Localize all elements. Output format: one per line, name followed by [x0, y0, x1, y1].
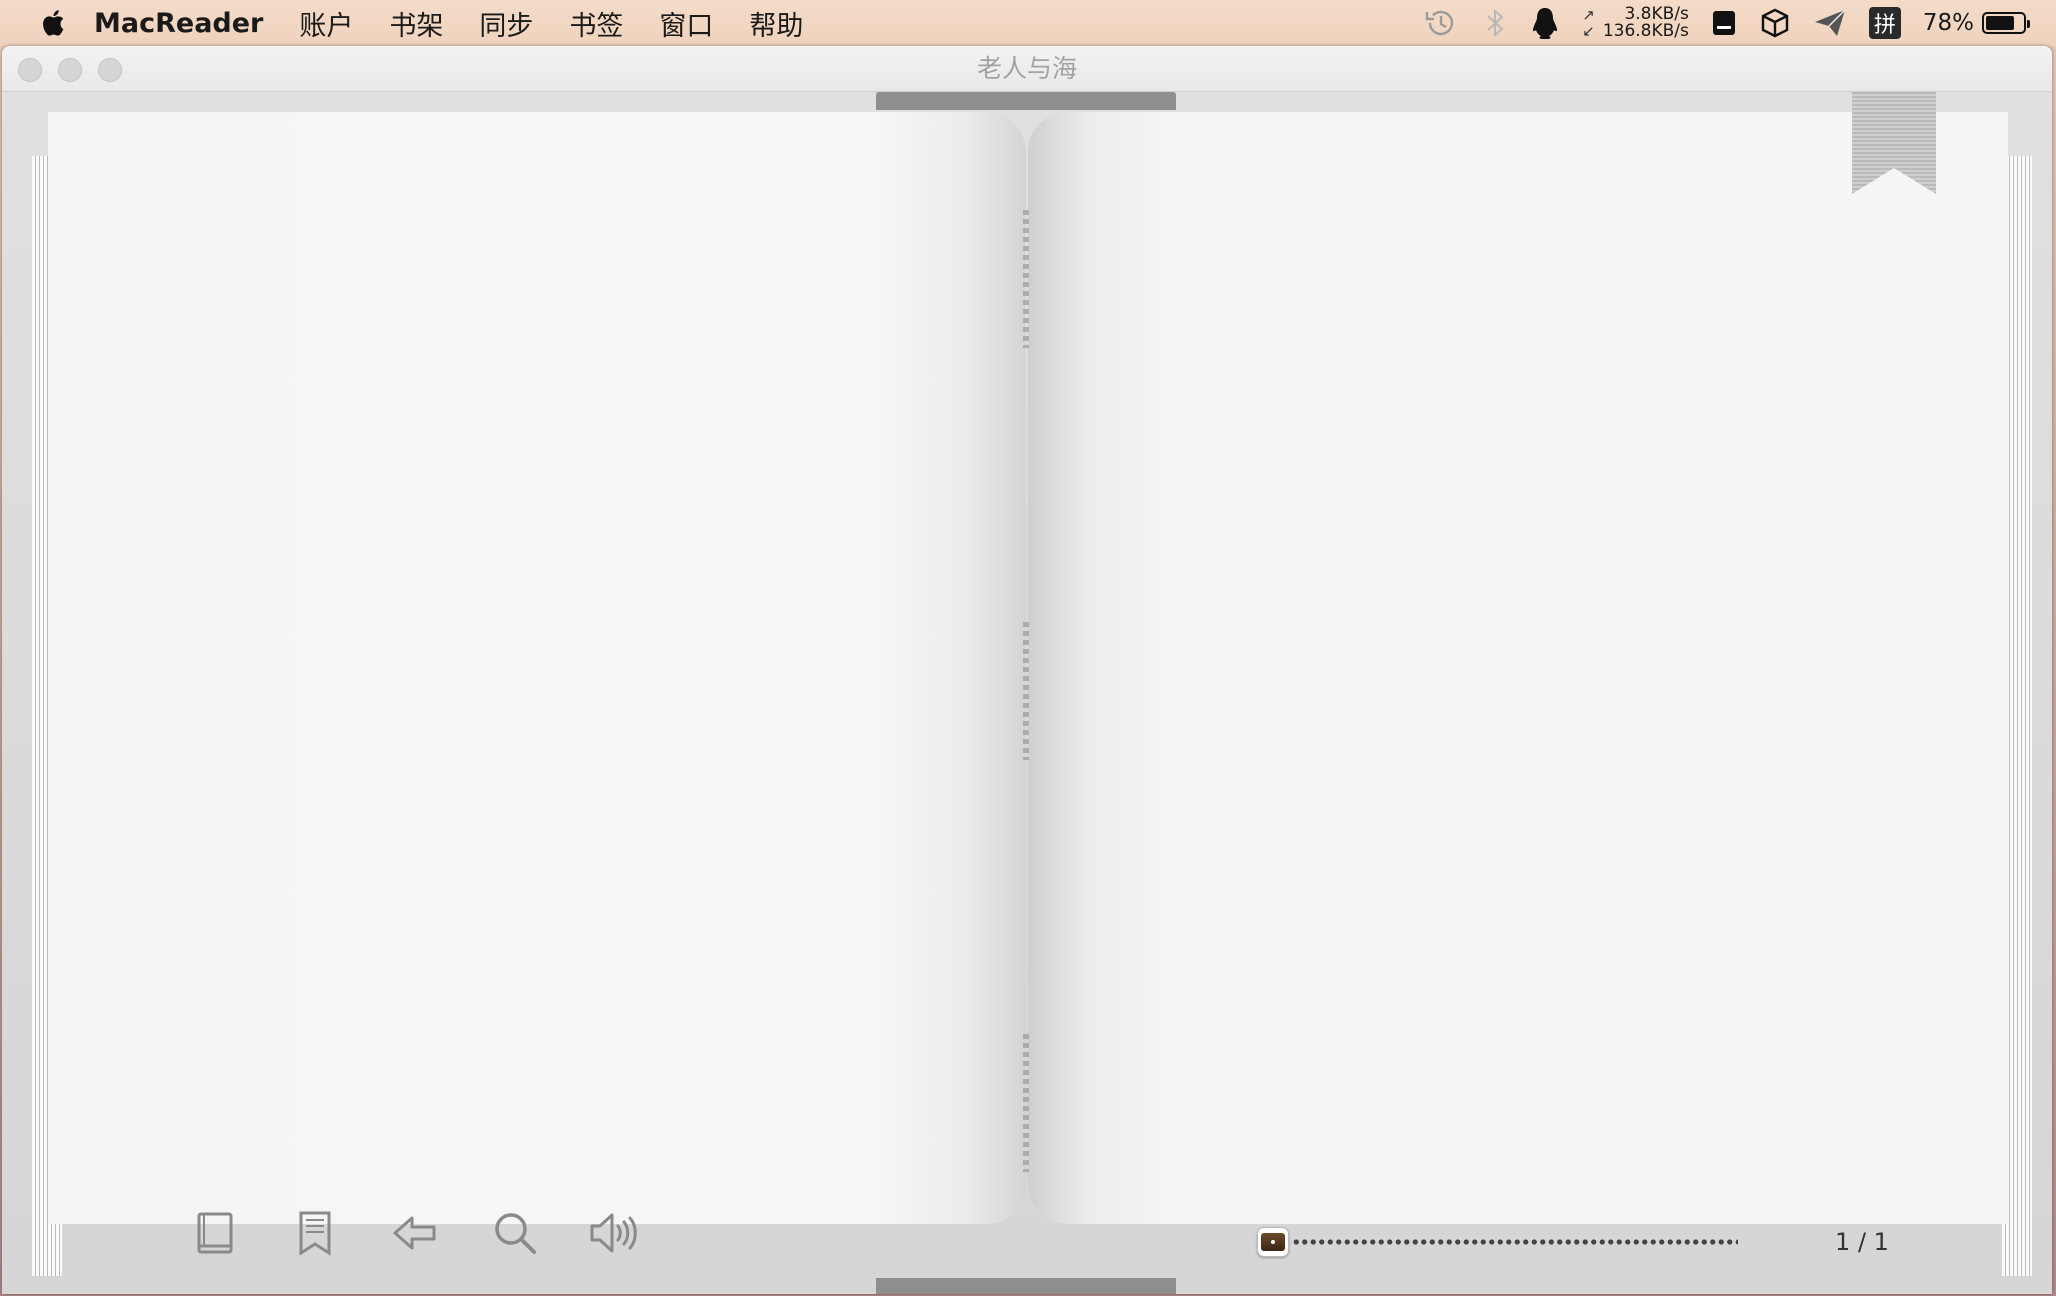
library-icon[interactable]: [190, 1208, 240, 1258]
bluetooth-icon[interactable]: [1482, 6, 1508, 40]
battery-percentage[interactable]: 78%: [1923, 10, 1974, 36]
search-icon[interactable]: [490, 1208, 540, 1258]
page-indicator: 1 / 1: [1835, 1228, 1889, 1256]
package-box-icon[interactable]: [1759, 7, 1791, 39]
bookmark-ribbon-icon[interactable]: [1852, 92, 1936, 194]
progress-slider-handle[interactable]: [1257, 1227, 1289, 1257]
left-page[interactable]: [48, 112, 1026, 1224]
menu-bar: MacReader 账户 书架 同步 书签 窗口 帮助 ↗ ↙ 3.8KB/s …: [0, 0, 2056, 46]
spine-stitch: [1023, 210, 1029, 348]
spine-stitch: [1023, 1034, 1029, 1172]
menu-account[interactable]: 账户: [299, 4, 353, 43]
menu-help[interactable]: 帮助: [749, 4, 803, 43]
menu-sync[interactable]: 同步: [479, 4, 533, 43]
right-page[interactable]: [1028, 112, 2008, 1224]
network-arrows-icon: ↗ ↙: [1582, 6, 1595, 40]
book-spine-bottom: [876, 1278, 1176, 1294]
download-rate: 136.8KB/s: [1602, 21, 1689, 41]
apple-icon[interactable]: [40, 8, 70, 38]
input-method-icon[interactable]: 拼: [1868, 7, 1901, 39]
spine-stitch: [1023, 622, 1029, 760]
time-machine-icon[interactable]: [1422, 6, 1460, 40]
paper-plane-icon[interactable]: [1813, 8, 1847, 38]
network-monitor[interactable]: ↗ ↙ 3.8KB/s 136.8KB/s: [1582, 6, 1689, 40]
speaker-icon[interactable]: [588, 1208, 644, 1258]
menu-bookshelf[interactable]: 书架: [389, 4, 443, 43]
status-area: ↗ ↙ 3.8KB/s 136.8KB/s 拼 78%: [1400, 0, 2056, 46]
app-menu-name[interactable]: MacReader: [94, 8, 263, 39]
qq-penguin-icon[interactable]: [1530, 6, 1560, 40]
book-spine-top: [876, 92, 1176, 110]
bookmarks-icon[interactable]: [290, 1208, 340, 1258]
back-icon[interactable]: [390, 1208, 440, 1258]
window-title: 老人与海: [976, 54, 1077, 83]
menu-bookmarks[interactable]: 书签: [569, 4, 623, 43]
title-bar: 老人与海: [2, 46, 2052, 92]
reader-window: 老人与海 1 / 1: [2, 46, 2052, 1294]
battery-icon[interactable]: [1982, 12, 2030, 34]
progress-slider-track[interactable]: [1292, 1239, 1738, 1245]
menu-window[interactable]: 窗口: [659, 4, 713, 43]
sd-card-icon[interactable]: [1711, 8, 1737, 38]
